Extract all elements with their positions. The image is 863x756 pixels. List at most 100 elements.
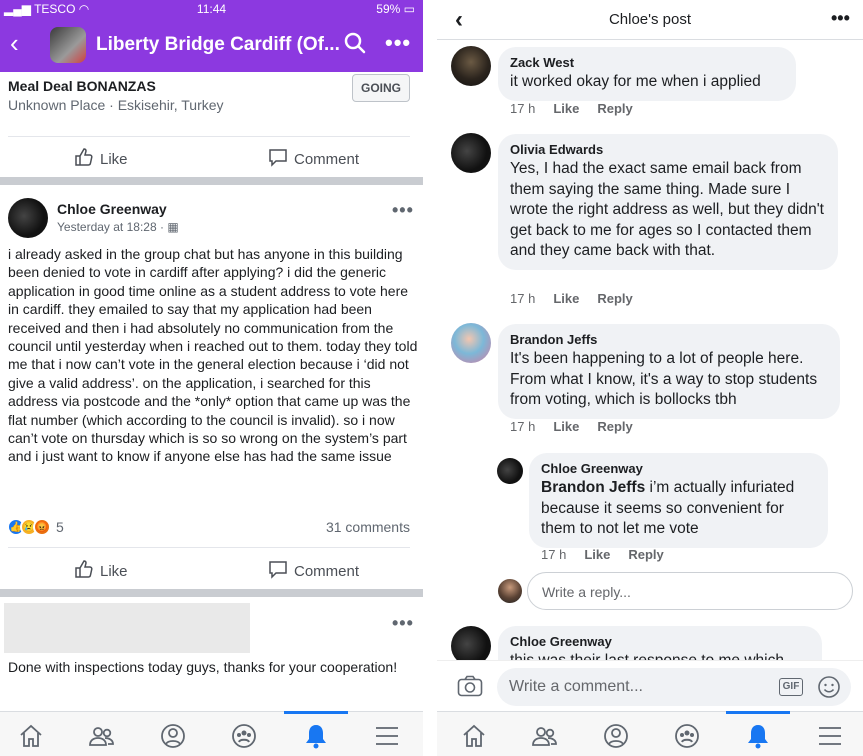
- comment-meta: 17 h Like Reply: [510, 101, 633, 116]
- post-author[interactable]: Chloe Greenway: [57, 201, 167, 217]
- reply-text: Brandon Jeffs i’m actually infuriated be…: [541, 479, 795, 537]
- more-options-icon[interactable]: •••: [831, 8, 850, 29]
- commenter-avatar[interactable]: [451, 46, 491, 86]
- comment-bubble: Zack West it worked okay for me when i a…: [498, 47, 796, 101]
- clock: 11:44: [196, 2, 227, 16]
- notifications-icon[interactable]: [743, 722, 773, 750]
- groups-icon[interactable]: [672, 722, 702, 750]
- menu-icon[interactable]: [815, 722, 845, 750]
- comment-meta: 17 h Like Reply: [510, 291, 633, 306]
- comments-count[interactable]: 31 comments: [326, 519, 410, 535]
- my-avatar: [498, 579, 522, 603]
- back-icon[interactable]: ‹: [10, 30, 19, 56]
- app-bar: ‹ Liberty Bridge Cardiff (Of... •••: [0, 18, 423, 72]
- reaction-count: 5: [56, 519, 64, 535]
- comment-text: It's been happening to a lot of people h…: [510, 350, 818, 408]
- bottom-tab-bar: [437, 711, 863, 756]
- comment-time: 17 h: [510, 419, 536, 434]
- group-feed-screen: ▂▄▆ TESCO ◠ 11:44 59% ▭ ‹ Liberty Bridge…: [0, 0, 423, 756]
- comment-like-button[interactable]: Like: [553, 419, 579, 434]
- post-actions: Like Comment: [0, 549, 423, 589]
- angry-reaction-icon: 😡: [33, 518, 51, 536]
- comment-bubble: Olivia Edwards Yes, I had the exact same…: [498, 134, 838, 270]
- reply-input[interactable]: Write a reply...: [527, 572, 853, 610]
- comment-like-button[interactable]: Like: [553, 101, 579, 116]
- comment-reply-button[interactable]: Reply: [597, 419, 632, 434]
- active-tab-indicator: [726, 711, 790, 714]
- comment-meta: 17 h Like Reply: [510, 419, 633, 434]
- screenshot-gap: [423, 0, 437, 756]
- going-button[interactable]: GOING: [352, 74, 410, 102]
- section-separator: [0, 177, 423, 185]
- commenter-avatar[interactable]: [451, 133, 491, 173]
- reactions-summary[interactable]: 👍 😢 😡 5: [7, 518, 64, 536]
- post-header: ‹ Chloe's post •••: [437, 0, 863, 40]
- group-avatar[interactable]: [50, 27, 86, 63]
- commenter-name[interactable]: Chloe Greenway: [510, 634, 810, 649]
- comment-text: it worked okay for me when i applied: [510, 73, 761, 90]
- like-button[interactable]: Like: [74, 559, 128, 583]
- header-title: Chloe's post: [608, 11, 692, 28]
- comment-meta: 17 h Like Reply: [541, 547, 664, 562]
- comment-time: 17 h: [541, 547, 567, 562]
- comment-reply-button[interactable]: Reply: [597, 101, 632, 116]
- commenter-name[interactable]: Brandon Jeffs: [510, 332, 828, 347]
- like-button[interactable]: Like: [74, 147, 128, 171]
- comment-reply-button[interactable]: Reply: [628, 547, 663, 562]
- event-actions: Like Comment: [0, 137, 423, 177]
- profile-icon[interactable]: [601, 722, 631, 750]
- post-options-icon[interactable]: •••: [392, 613, 414, 634]
- comment-icon: [268, 559, 288, 583]
- post-options-icon[interactable]: •••: [392, 200, 414, 221]
- gif-icon[interactable]: GIF: [779, 678, 803, 696]
- comment-like-button[interactable]: Like: [584, 547, 610, 562]
- section-separator: [0, 589, 423, 597]
- notifications-icon[interactable]: [301, 722, 331, 750]
- status-bar: ▂▄▆ TESCO ◠ 11:44 59% ▭: [0, 0, 423, 18]
- comment-time: 17 h: [510, 101, 536, 116]
- reply-bubble: Chloe Greenway Brandon Jeffs i’m actuall…: [529, 453, 828, 548]
- comment-reply-button[interactable]: Reply: [597, 291, 632, 306]
- event-title: Meal Deal BONANZAS: [8, 78, 156, 94]
- comment-composer: Write a comment... GIF: [437, 660, 863, 712]
- groups-icon[interactable]: [229, 722, 259, 750]
- event-card[interactable]: Meal Deal BONANZAS Unknown Place · Eskis…: [0, 72, 423, 136]
- commenter-name[interactable]: Olivia Edwards: [510, 142, 826, 157]
- post-text: i already asked in the group chat but ha…: [8, 246, 418, 465]
- more-options-icon[interactable]: •••: [385, 30, 411, 56]
- divider: [8, 547, 410, 548]
- redacted-author: [4, 603, 250, 653]
- comment-bubble: Brandon Jeffs It's been happening to a l…: [498, 324, 840, 419]
- comment-like-button[interactable]: Like: [553, 291, 579, 306]
- post-comments-screen: ‹ Chloe's post ••• Zack West it worked o…: [437, 0, 863, 756]
- commenter-name[interactable]: Chloe Greenway: [541, 461, 816, 476]
- search-icon[interactable]: [344, 32, 366, 59]
- home-icon[interactable]: [16, 722, 46, 750]
- thumbs-up-icon: [74, 559, 94, 583]
- commenter-avatar[interactable]: [451, 323, 491, 363]
- emoji-icon[interactable]: [817, 675, 841, 704]
- menu-icon[interactable]: [372, 722, 402, 750]
- group-title[interactable]: Liberty Bridge Cardiff (Of...: [96, 34, 340, 56]
- comment-icon: [268, 147, 288, 171]
- camera-icon[interactable]: [457, 675, 483, 702]
- post-text: Done with inspections today guys, thanks…: [8, 659, 398, 675]
- mention-link[interactable]: Brandon Jeffs: [541, 479, 645, 496]
- profile-icon[interactable]: [158, 722, 188, 750]
- active-tab-indicator: [284, 711, 348, 714]
- battery-indicator: 59% ▭: [376, 2, 415, 16]
- friends-icon[interactable]: [530, 722, 560, 750]
- commenter-avatar[interactable]: [497, 458, 523, 484]
- event-location: Unknown Place · Eskisehir, Turkey: [8, 97, 224, 113]
- comment-button[interactable]: Comment: [268, 147, 359, 171]
- comment-button[interactable]: Comment: [268, 559, 359, 583]
- friends-icon[interactable]: [87, 722, 117, 750]
- comment-time: 17 h: [510, 291, 536, 306]
- post-timestamp: Yesterday at 18:28 · ▦: [57, 220, 179, 234]
- author-avatar[interactable]: [8, 198, 48, 238]
- bottom-tab-bar: [0, 711, 423, 756]
- thumbs-up-icon: [74, 147, 94, 171]
- commenter-name[interactable]: Zack West: [510, 55, 784, 70]
- comment-text: Yes, I had the exact same email back fro…: [510, 160, 824, 259]
- home-icon[interactable]: [459, 722, 489, 750]
